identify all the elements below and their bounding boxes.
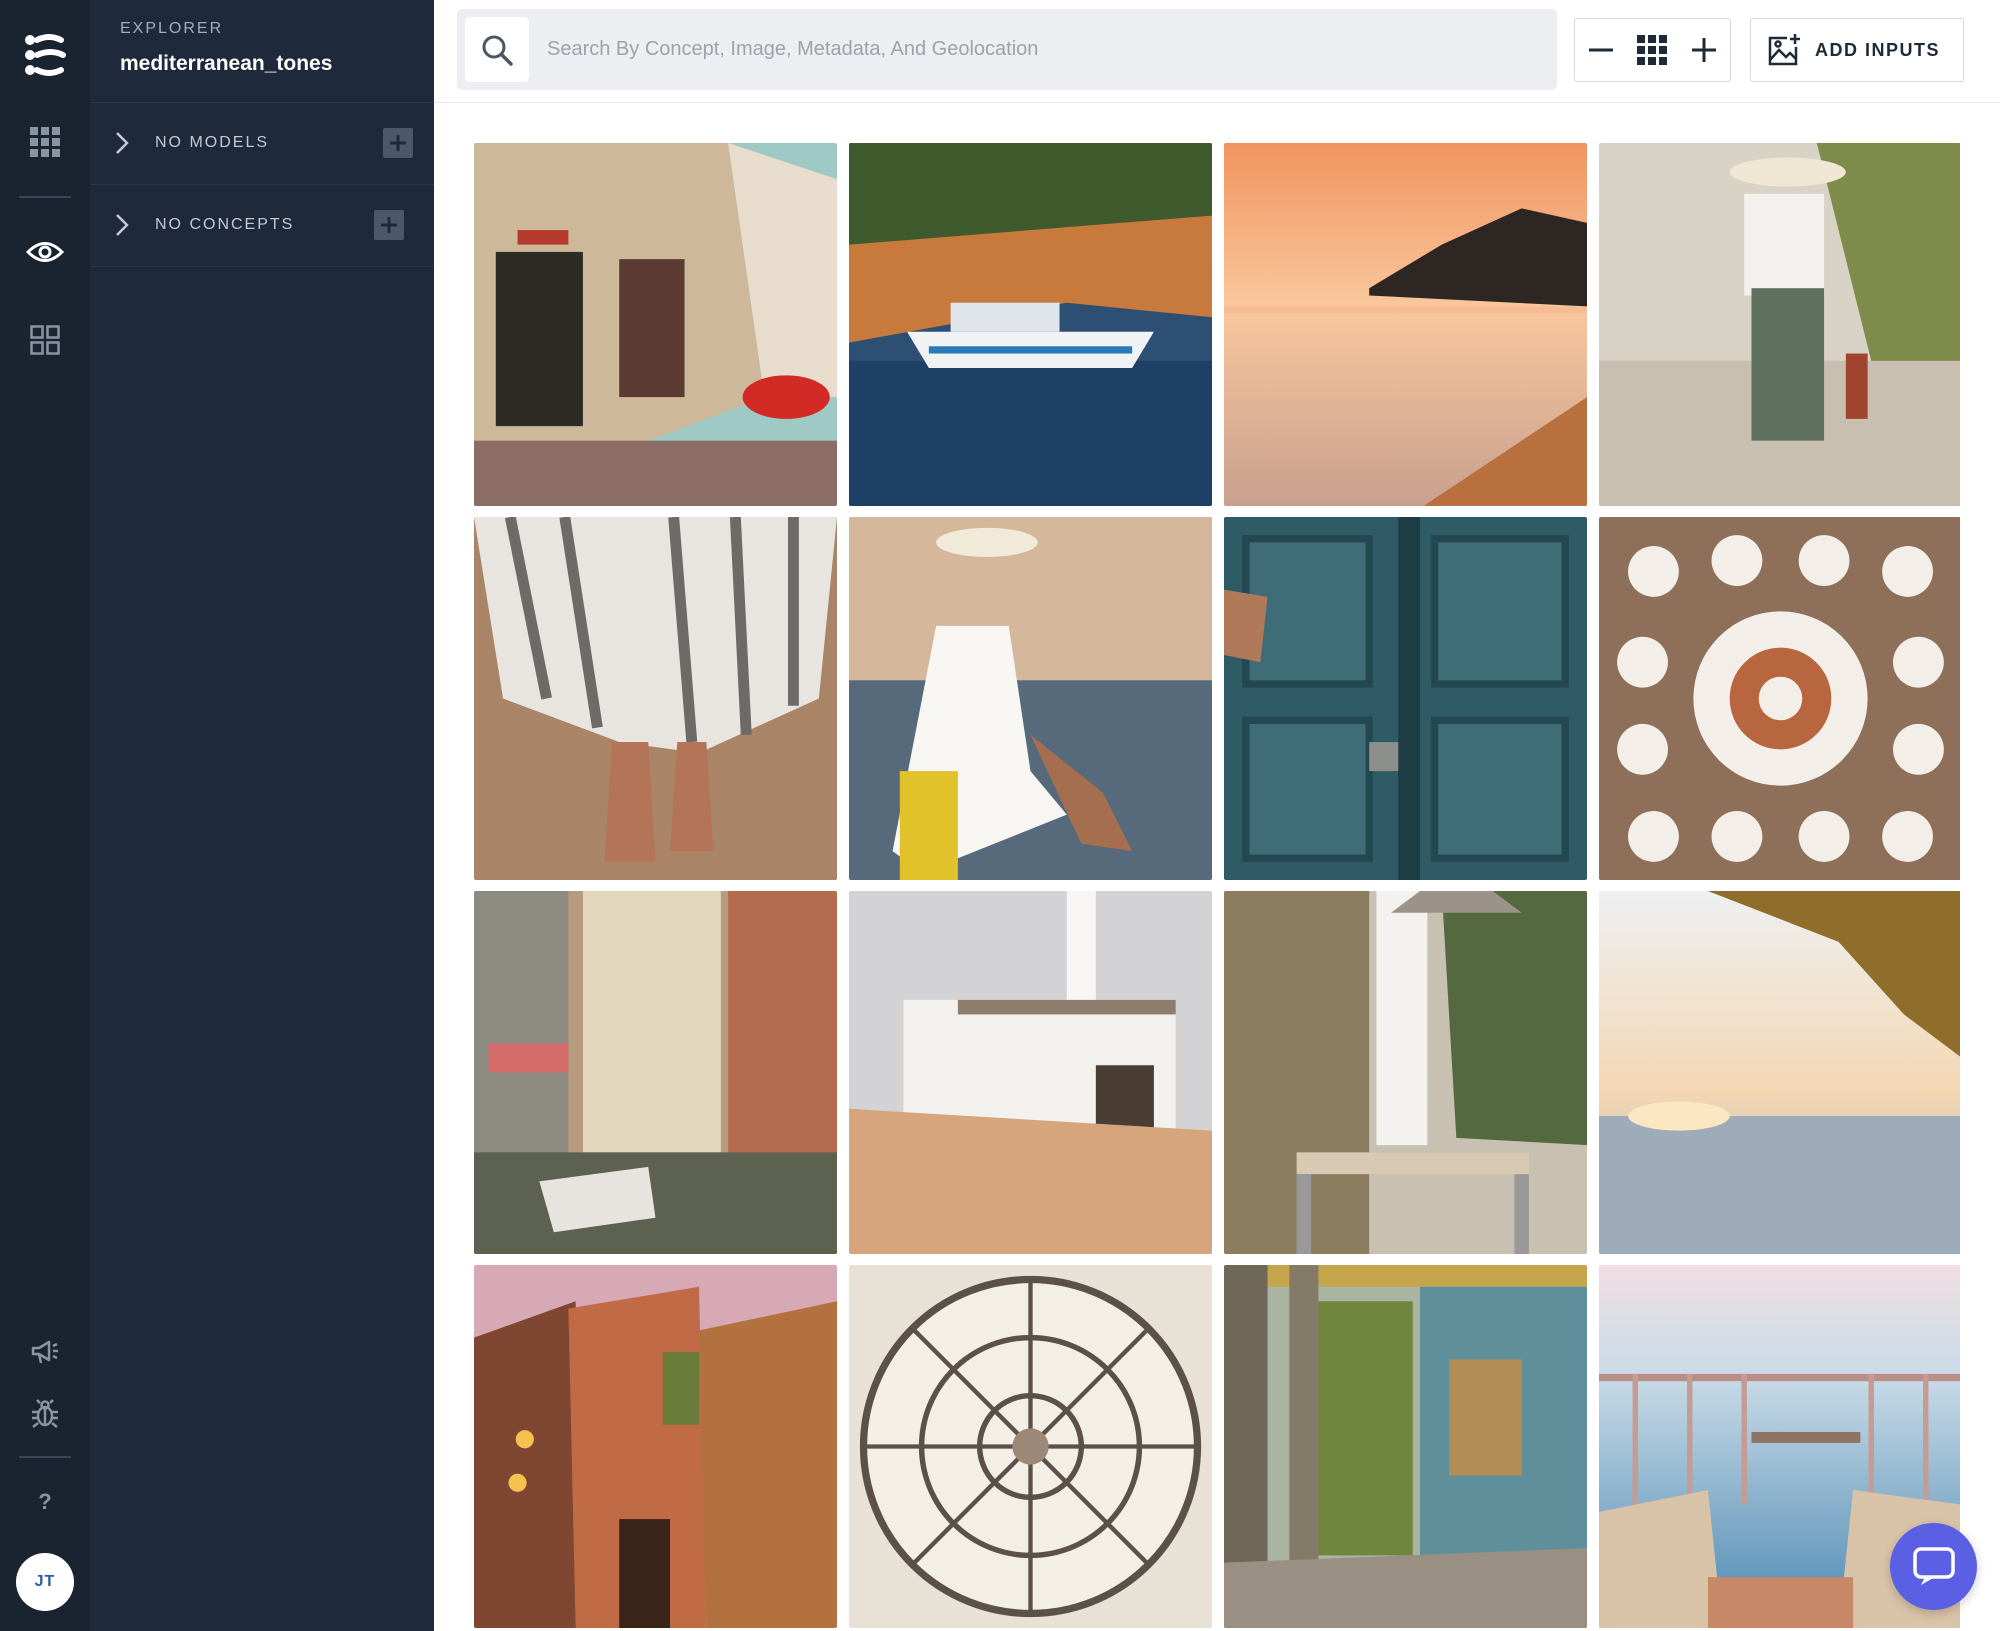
search-input[interactable] (547, 29, 1527, 69)
gallery-image[interactable] (474, 143, 837, 506)
user-avatar-container[interactable]: JT (0, 1553, 90, 1611)
plus-icon (381, 217, 397, 233)
gallery-image[interactable] (1224, 1265, 1587, 1628)
panel-header: EXPLORER mediterranean_tones (90, 0, 434, 103)
app-name: mediterranean_tones (120, 52, 333, 75)
apps-grid-icon[interactable] (0, 120, 90, 164)
add-inputs-label: ADD INPUTS (1815, 39, 1941, 60)
clarifai-logo-icon[interactable] (0, 20, 90, 90)
models-label: NO MODELS (155, 134, 270, 151)
gallery-image[interactable] (849, 517, 1212, 880)
gallery-image[interactable] (849, 891, 1212, 1254)
help-label: ? (38, 1489, 52, 1514)
gallery-image[interactable] (849, 1265, 1212, 1628)
chat-icon (1912, 1546, 1955, 1585)
avatar[interactable]: JT (16, 1553, 74, 1611)
gallery-image[interactable] (1599, 143, 1960, 506)
grid-layout-button[interactable] (1630, 28, 1674, 72)
icon-rail: ? JT (0, 0, 90, 1631)
rail-divider (19, 1456, 71, 1458)
add-inputs-button[interactable]: ADD INPUTS (1750, 18, 1964, 82)
megaphone-icon[interactable] (0, 1332, 90, 1372)
zoom-in-button[interactable] (1682, 28, 1726, 72)
concepts-section[interactable]: NO CONCEPTS (90, 185, 434, 267)
concepts-label: NO CONCEPTS (155, 216, 295, 233)
add-image-icon (1768, 34, 1800, 66)
grid-icon (1637, 35, 1668, 65)
zoom-out-button[interactable] (1579, 28, 1623, 72)
chevron-right-icon[interactable] (114, 130, 130, 156)
add-model-button[interactable] (383, 128, 413, 158)
gallery-image[interactable] (1224, 517, 1587, 880)
explorer-panel: EXPLORER mediterranean_tones NO MODELS N… (90, 0, 434, 1631)
gallery-image[interactable] (474, 891, 837, 1254)
minus-icon (1588, 48, 1613, 52)
explorer-eyebrow: EXPLORER (120, 20, 224, 37)
models-section[interactable]: NO MODELS (90, 103, 434, 185)
rail-divider (19, 196, 71, 198)
gallery-image[interactable] (474, 1265, 837, 1628)
search-button[interactable] (465, 17, 529, 82)
gallery-image[interactable] (1224, 143, 1587, 506)
plus-icon (390, 135, 406, 151)
search-icon (482, 35, 513, 66)
chat-launcher-button[interactable] (1890, 1523, 1977, 1610)
gallery-image[interactable] (1599, 517, 1960, 880)
grid-size-control (1574, 18, 1731, 82)
dashboard-icon[interactable] (0, 318, 90, 362)
gallery-image[interactable] (474, 517, 837, 880)
chevron-right-icon[interactable] (114, 212, 130, 238)
gallery-image[interactable] (1599, 891, 1960, 1254)
plus-icon (1692, 38, 1717, 62)
gallery-image[interactable] (1224, 891, 1587, 1254)
bug-icon[interactable] (0, 1394, 90, 1434)
search-bar[interactable] (457, 9, 1557, 90)
add-concept-button[interactable] (374, 210, 404, 240)
eye-icon[interactable] (0, 230, 90, 274)
gallery-image[interactable] (849, 143, 1212, 506)
image-gallery (474, 143, 1960, 1631)
top-toolbar: ADD INPUTS (434, 0, 2000, 103)
help-icon[interactable]: ? (0, 1482, 90, 1522)
